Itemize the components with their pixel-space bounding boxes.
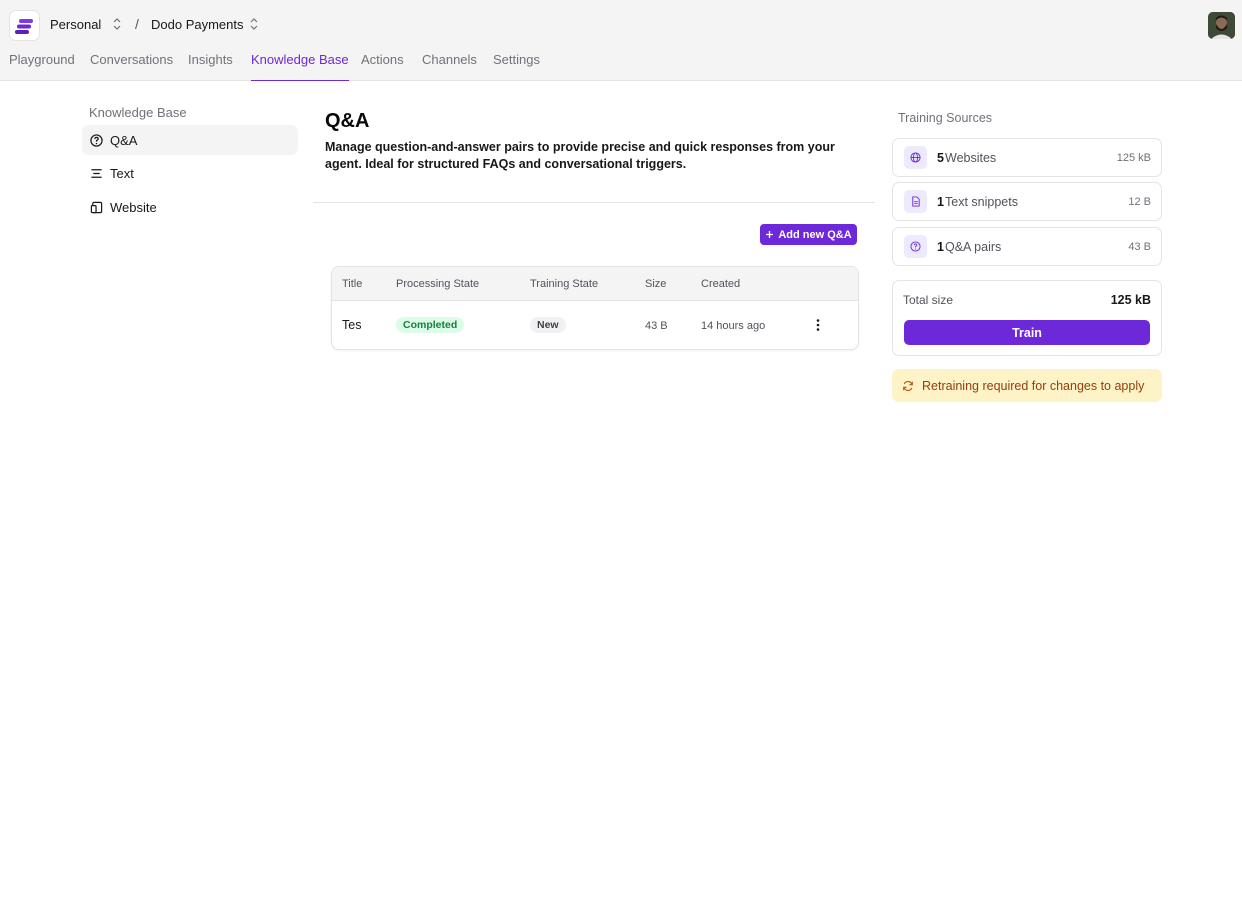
column-header-title[interactable]: Title [342, 278, 362, 290]
source-count: 1 [937, 240, 944, 254]
total-size-value: 125 kB [1110, 293, 1151, 307]
tab-actions[interactable]: Actions [361, 52, 404, 81]
workspace-switcher[interactable]: Personal [50, 17, 101, 32]
page-title: Q&A [325, 110, 370, 132]
question-circle-icon [90, 133, 103, 147]
source-size: 12 B [1128, 196, 1151, 208]
source-label: Websites [945, 151, 997, 165]
tab-playground[interactable]: Playground [9, 52, 75, 81]
question-circle-icon [910, 241, 921, 252]
total-size-label: Total size [903, 293, 954, 307]
sidebar-item-website[interactable]: Website [82, 192, 298, 222]
qa-table: Title Processing State Training State Si… [331, 266, 859, 350]
sidebar-item-qa[interactable]: Q&A [82, 125, 298, 155]
total-size-card: Total size 125 kB Train [892, 280, 1162, 356]
column-header-size[interactable]: Size [645, 278, 666, 290]
warning-text: Retraining required for changes to apply [922, 378, 1145, 393]
tab-conversations[interactable]: Conversations [90, 52, 173, 81]
more-options-icon[interactable] [815, 318, 821, 332]
plus-icon [766, 231, 774, 238]
table-header: Title Processing State Training State Si… [332, 267, 858, 301]
source-card-websites[interactable]: 5 Websites 125 kB [892, 138, 1162, 177]
source-count: 5 [937, 151, 944, 165]
top-header: Personal / Dodo Payments Playground Conv… [0, 0, 1242, 81]
website-icon [90, 201, 103, 213]
training-sources-heading: Training Sources [898, 111, 993, 125]
chevron-updown-icon[interactable] [249, 17, 259, 31]
document-icon [912, 196, 920, 207]
tab-channels[interactable]: Channels [422, 52, 477, 81]
row-title: Tes [342, 318, 362, 332]
source-size: 125 kB [1116, 152, 1151, 164]
row-created: 14 hours ago [701, 320, 766, 332]
globe-icon [910, 152, 921, 163]
tab-insights[interactable]: Insights [188, 52, 233, 81]
add-qa-label: Add new Q&A [778, 228, 852, 241]
source-label: Text snippets [945, 195, 1018, 209]
processing-status-badge: Completed [396, 317, 465, 333]
sidebar-heading: Knowledge Base [89, 105, 187, 120]
text-align-icon [91, 168, 102, 178]
logo-icon [14, 18, 33, 34]
retraining-warning: Retraining required for changes to apply [892, 369, 1162, 402]
column-header-created[interactable]: Created [701, 278, 740, 290]
source-count: 1 [937, 195, 944, 209]
src-icon [904, 235, 927, 258]
source-card-qa[interactable]: 1 Q&A pairs 43 B [892, 227, 1162, 266]
add-qa-button[interactable]: Add new Q&A [760, 224, 857, 245]
page-description: Manage question-and-answer pairs to prov… [325, 140, 835, 171]
row-size: 43 B [645, 320, 668, 332]
source-label: Q&A pairs [945, 240, 1002, 254]
src-icon [904, 146, 927, 169]
sidebar-item-label: Text [110, 165, 134, 181]
column-header-training[interactable]: Training State [530, 278, 598, 290]
breadcrumb-separator: / [135, 16, 139, 32]
column-header-processing[interactable]: Processing State [396, 278, 479, 290]
tab-settings[interactable]: Settings [493, 52, 540, 81]
source-size: 43 B [1128, 241, 1151, 253]
sidebar-item-text[interactable]: Text [82, 158, 298, 188]
sidebar-item-label: Website [110, 199, 157, 215]
avatar-image [1208, 12, 1235, 39]
project-switcher[interactable]: Dodo Payments [151, 17, 244, 32]
chevron-updown-icon[interactable] [112, 17, 122, 31]
training-status-badge: New [530, 317, 566, 333]
app-logo[interactable] [9, 10, 40, 41]
train-button[interactable]: Train [904, 320, 1150, 345]
source-card-text[interactable]: 1 Text snippets 12 B [892, 182, 1162, 221]
user-avatar[interactable] [1208, 12, 1235, 39]
divider [313, 202, 875, 203]
src-icon [904, 190, 927, 213]
refresh-icon [903, 380, 913, 391]
tab-knowledge-base[interactable]: Knowledge Base [251, 52, 349, 81]
sidebar-item-label: Q&A [110, 132, 138, 148]
